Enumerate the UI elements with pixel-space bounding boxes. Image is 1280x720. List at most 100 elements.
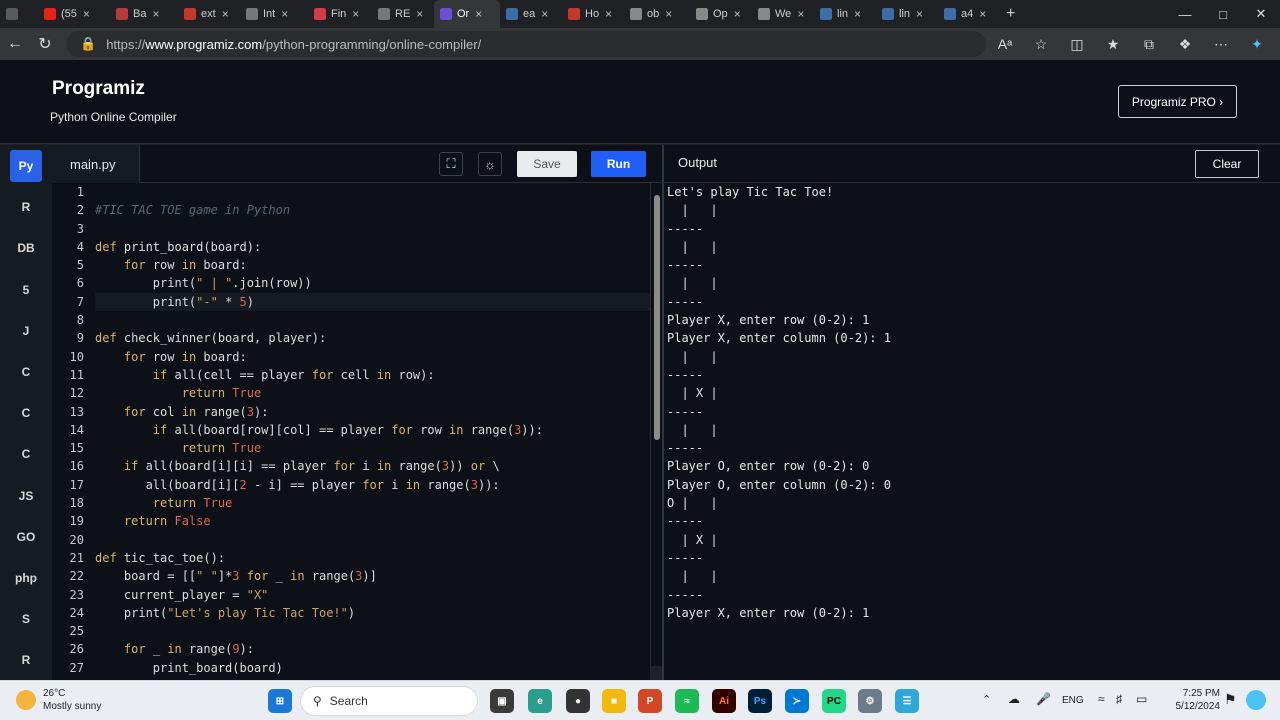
save-button[interactable]: Save <box>517 151 577 177</box>
java-icon[interactable]: J <box>10 315 42 347</box>
html-icon[interactable]: 5 <box>10 274 42 306</box>
r-icon[interactable]: R <box>10 191 42 223</box>
browser-tab[interactable]: Or × <box>434 0 500 28</box>
sql-icon[interactable]: DB <box>10 232 42 264</box>
file-explorer-icon[interactable]: ■ <box>602 689 626 713</box>
notepad-icon[interactable]: ☰ <box>895 689 919 713</box>
tab-close-icon[interactable]: × <box>152 7 159 21</box>
task-view-icon[interactable]: ▣ <box>490 689 514 713</box>
microphone-icon[interactable]: 🎤 <box>1036 692 1051 706</box>
tab-close-icon[interactable]: × <box>665 7 672 21</box>
tab-close-icon[interactable]: × <box>416 7 423 21</box>
tab-close-icon[interactable]: × <box>916 7 923 21</box>
c-icon[interactable]: C <box>10 356 42 388</box>
copilot-taskbar-icon[interactable] <box>1246 690 1266 710</box>
tab-close-icon[interactable]: × <box>605 7 612 21</box>
language-indicator[interactable]: ENG <box>1062 695 1084 706</box>
browser-tab[interactable]: Int × <box>240 0 308 28</box>
tab-close-icon[interactable]: × <box>541 7 548 21</box>
browser-tab[interactable]: RE × <box>372 0 434 28</box>
tab-close-icon[interactable]: × <box>352 7 359 21</box>
tray-chevron-icon[interactable]: ⌃ <box>982 693 991 706</box>
theme-toggle-icon[interactable]: ☼ <box>478 152 502 176</box>
settings-icon[interactable]: ⚙ <box>858 689 882 713</box>
browser-tab[interactable]: ea × <box>500 0 562 28</box>
extensions-icon[interactable]: ❖ <box>1172 31 1198 57</box>
spotify-icon[interactable]: ≈ <box>675 689 699 713</box>
browser-tab[interactable]: Ba × <box>110 0 178 28</box>
cpp-icon[interactable]: C <box>10 397 42 429</box>
browser-tab[interactable]: (55 × <box>38 0 110 28</box>
browser-tab[interactable]: lin × <box>814 0 876 28</box>
go-icon[interactable]: GO <box>10 521 42 553</box>
vscode-icon[interactable]: ≻ <box>785 689 809 713</box>
read-aloud-icon[interactable]: Aᵃ <box>992 31 1018 57</box>
weather-widget[interactable]: 26°C Mostly sunny <box>16 687 101 713</box>
code-editor[interactable]: 1 2 3 4 5 6 7 8 9 10 11 12 13 14 15 16 17 18 19 20 21 22 23 24 2… <box>52 183 650 680</box>
rust-icon[interactable]: R <box>10 644 42 676</box>
tab-close-icon[interactable]: × <box>83 7 90 21</box>
battery-icon[interactable]: ▭ <box>1136 692 1147 706</box>
js-icon[interactable]: JS <box>10 480 42 512</box>
tab-close-icon[interactable]: × <box>281 7 288 21</box>
editor-scrollbar-thumb[interactable] <box>654 195 660 440</box>
url-domain: www.programiz.com <box>145 36 263 52</box>
tab-close-icon[interactable]: × <box>797 7 804 21</box>
browser-tab[interactable]: We × <box>752 0 814 28</box>
run-button[interactable]: Run <box>591 151 646 177</box>
notification-icon[interactable]: ⚑ <box>1224 691 1237 708</box>
favorite-icon[interactable]: ☆ <box>1028 31 1054 57</box>
back-icon[interactable]: ← <box>0 29 30 59</box>
refresh-icon[interactable]: ↻ <box>30 29 60 59</box>
wifi-icon[interactable]: ≈ <box>1098 692 1105 706</box>
close-window-icon[interactable]: ✕ <box>1242 0 1280 28</box>
tab-close-icon[interactable]: × <box>734 7 741 21</box>
tab-close-icon[interactable]: × <box>475 7 482 21</box>
browser-tab[interactable]: ext × <box>178 0 240 28</box>
file-tab[interactable]: main.py <box>52 145 140 183</box>
tab-close-icon[interactable]: × <box>854 7 861 21</box>
start-icon[interactable]: ⊞ <box>268 689 292 713</box>
code-area[interactable]: #TIC TAC TOE game in Python def print_boa… <box>95 183 650 677</box>
programiz-pro-button[interactable]: Programiz PRO › <box>1118 85 1237 118</box>
tab-close-icon[interactable]: × <box>979 7 986 21</box>
browser-tab[interactable]: Ho × <box>562 0 624 28</box>
code-line: for _ in range(9): <box>95 640 650 658</box>
more-icon[interactable]: ⋯ <box>1208 31 1234 57</box>
favorites-icon[interactable]: ★ <box>1100 31 1126 57</box>
taskbar-search[interactable]: ⚲ Search <box>300 686 478 716</box>
browser-tab[interactable]: Op × <box>690 0 752 28</box>
clear-button[interactable]: Clear <box>1195 150 1259 178</box>
new-tab-icon[interactable]: + <box>1000 0 1021 28</box>
browser-tab[interactable]: lin × <box>876 0 938 28</box>
swift-icon[interactable]: S <box>10 603 42 635</box>
editor-scrollbar[interactable] <box>650 183 662 666</box>
output-console[interactable]: Let's play Tic Tac Toe! | | ----- | | --… <box>664 183 1280 680</box>
weather-desc: Mostly sunny <box>43 701 102 712</box>
browser-tab[interactable]: ob × <box>624 0 690 28</box>
csharp-icon[interactable]: C <box>10 438 42 470</box>
collections-icon[interactable]: ⧉ <box>1136 31 1162 57</box>
edge-icon[interactable]: e <box>528 689 552 713</box>
pycharm-icon[interactable]: PC <box>822 689 846 713</box>
onedrive-icon[interactable]: ☁ <box>1008 692 1020 706</box>
php-icon[interactable]: php <box>10 562 42 594</box>
browser-tab[interactable]: a4 × <box>938 0 1000 28</box>
minimize-icon[interactable]: — <box>1166 0 1204 28</box>
browser-tab[interactable] <box>0 0 38 28</box>
volume-icon[interactable]: ♯ <box>1116 692 1122 706</box>
photoshop-icon[interactable]: Ps <box>748 689 772 713</box>
split-screen-icon[interactable]: ◫ <box>1064 31 1090 57</box>
url-field[interactable]: 🔒 https://www.programiz.com/python-progr… <box>66 31 986 57</box>
browser-tab[interactable]: Fin × <box>308 0 372 28</box>
github-icon[interactable]: ● <box>566 689 590 713</box>
fullscreen-icon[interactable]: ⛶ <box>439 152 463 176</box>
copilot-icon[interactable]: ✦ <box>1244 31 1270 57</box>
clock[interactable]: 7:25 PM 5/12/2024 <box>1160 687 1221 713</box>
maximize-icon[interactable]: □ <box>1204 0 1242 28</box>
illustrator-icon[interactable]: Ai <box>712 689 736 713</box>
powerpoint-icon[interactable]: P <box>638 689 662 713</box>
python-icon[interactable]: Py <box>10 150 42 182</box>
programiz-logo[interactable]: Programiz <box>52 78 145 100</box>
tab-close-icon[interactable]: × <box>222 7 229 21</box>
